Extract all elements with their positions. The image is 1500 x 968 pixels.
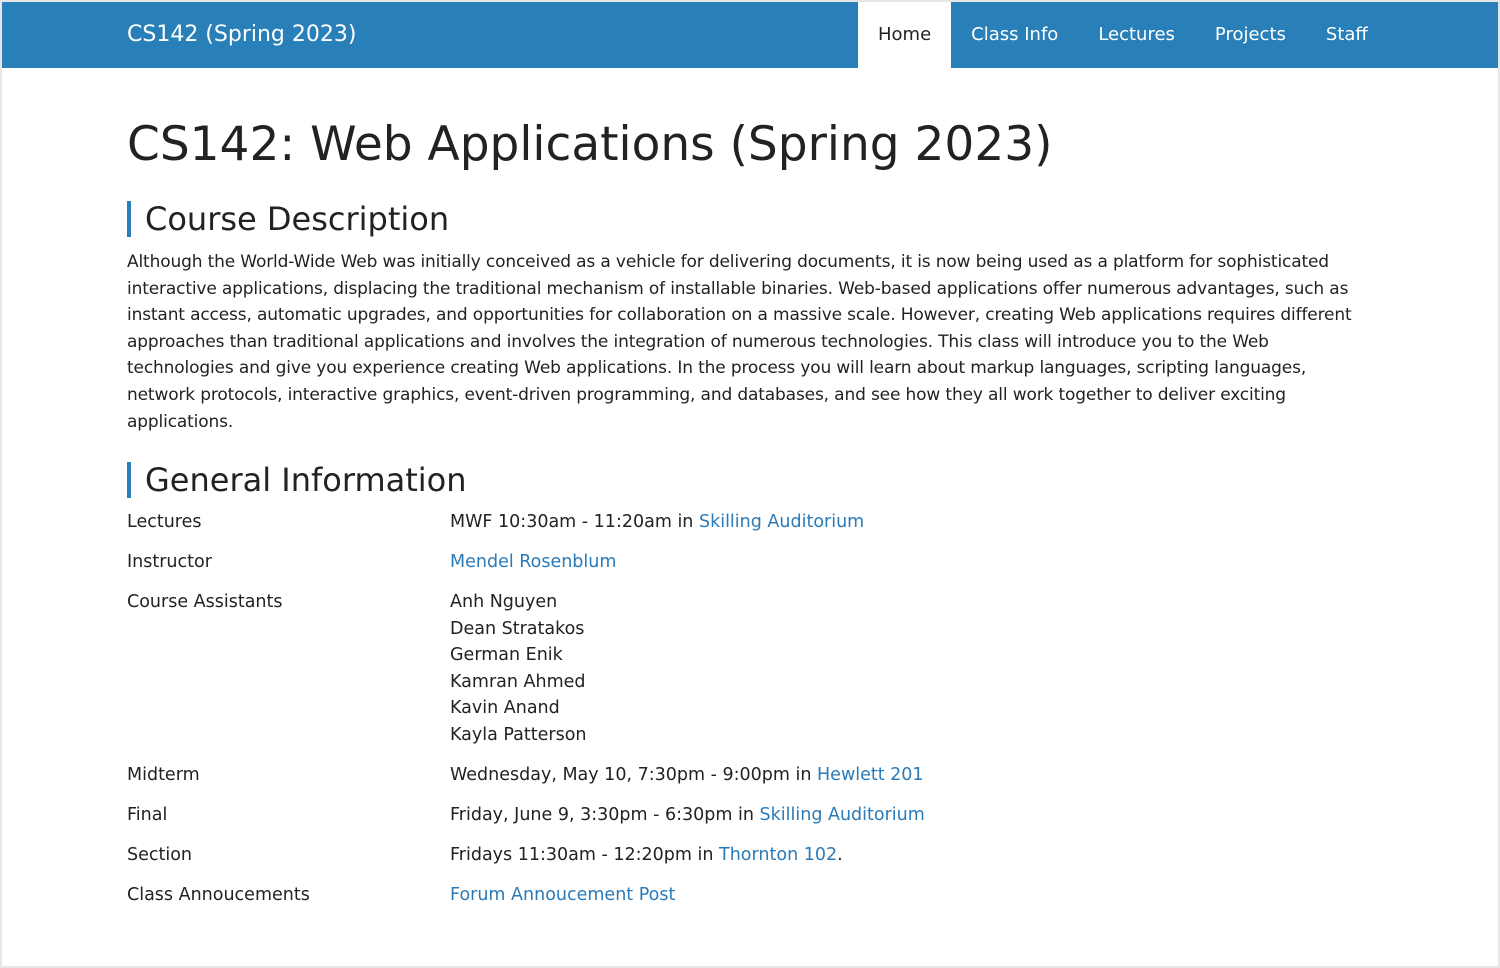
nav-class-info[interactable]: Class Info: [951, 2, 1078, 68]
assistant-name: Kamran Ahmed: [450, 671, 586, 692]
info-value: MWF 10:30am - 11:20am in Skilling Audito…: [450, 509, 1227, 536]
assistant-name: Kavin Anand: [450, 698, 560, 718]
general-information-table: Lectures MWF 10:30am - 11:20am in Skilli…: [127, 509, 1227, 908]
assistant-name: German Enik: [450, 645, 563, 665]
nav-home[interactable]: Home: [858, 2, 952, 68]
course-description-heading: Course Description: [127, 201, 449, 237]
info-label: Class Annoucements: [127, 884, 310, 905]
info-value: Mendel Rosenblum: [450, 549, 1227, 576]
assistant-name: Kayla Patterson: [450, 724, 587, 745]
midterm-time: Wednesday, May 10, 7:30pm - 9:00pm in: [450, 764, 818, 785]
info-row-section: Section Fridays 11:30am - 12:20pm in Tho…: [127, 842, 1227, 869]
assistant-name: Anh Nguyen: [450, 592, 558, 612]
info-value: Wednesday, May 10, 7:30pm - 9:00pm in He…: [450, 762, 1227, 789]
top-navbar: CS142 (Spring 2023) Home Class Info Lect…: [2, 2, 1498, 68]
info-row-assistants: Course Assistants Anh Nguyen Dean Strata…: [127, 589, 1227, 748]
final-location-link[interactable]: Skilling Auditorium: [760, 805, 925, 825]
section-time: Fridays 11:30am - 12:20pm in: [450, 844, 720, 865]
info-row-announcements: Class Annoucements Forum Annoucement Pos…: [127, 882, 1227, 909]
info-row-instructor: Instructor Mendel Rosenblum: [127, 549, 1227, 576]
general-information-heading: General Information: [127, 462, 467, 498]
section-period: .: [837, 844, 843, 865]
announcements-link[interactable]: Forum Annoucement Post: [450, 885, 675, 905]
nav-lectures[interactable]: Lectures: [1078, 2, 1195, 68]
final-time: Friday, June 9, 3:30pm - 6:30pm in: [450, 804, 760, 825]
assistants-list: Anh Nguyen Dean Stratakos German Enik Ka…: [450, 589, 1227, 748]
info-value: Forum Annoucement Post: [450, 882, 1227, 909]
info-label: Midterm: [127, 764, 200, 785]
info-label: Instructor: [127, 552, 212, 572]
brand-link[interactable]: CS142 (Spring 2023): [127, 2, 356, 68]
info-label: Course Assistants: [127, 592, 283, 612]
nav-menu: Home Class Info Lectures Projects Staff: [858, 2, 1388, 68]
info-label: Section: [127, 844, 193, 865]
midterm-location-link[interactable]: Hewlett 201: [817, 765, 924, 785]
nav-staff[interactable]: Staff: [1306, 2, 1388, 68]
info-row-final: Final Friday, June 9, 3:30pm - 6:30pm in…: [127, 802, 1227, 829]
info-row-midterm: Midterm Wednesday, May 10, 7:30pm - 9:00…: [127, 762, 1227, 789]
info-label: Final: [127, 804, 168, 825]
page-title: CS142: Web Applications (Spring 2023): [127, 117, 1053, 172]
info-row-lectures: Lectures MWF 10:30am - 11:20am in Skilli…: [127, 509, 1227, 536]
page-frame: CS142 (Spring 2023) Home Class Info Lect…: [2, 2, 1498, 966]
nav-projects[interactable]: Projects: [1195, 2, 1306, 68]
lectures-location-link[interactable]: Skilling Auditorium: [699, 512, 864, 532]
info-value: Fridays 11:30am - 12:20pm in Thornton 10…: [450, 842, 1227, 869]
instructor-link[interactable]: Mendel Rosenblum: [450, 552, 616, 572]
info-value: Friday, June 9, 3:30pm - 6:30pm in Skill…: [450, 802, 1227, 829]
section-location-link[interactable]: Thornton 102: [719, 845, 837, 865]
lectures-time: MWF 10:30am - 11:20am in: [450, 512, 699, 532]
course-description-text: Although the World-Wide Web was initiall…: [127, 252, 1352, 432]
info-label: Lectures: [127, 512, 202, 532]
assistant-name: Dean Stratakos: [450, 618, 585, 639]
